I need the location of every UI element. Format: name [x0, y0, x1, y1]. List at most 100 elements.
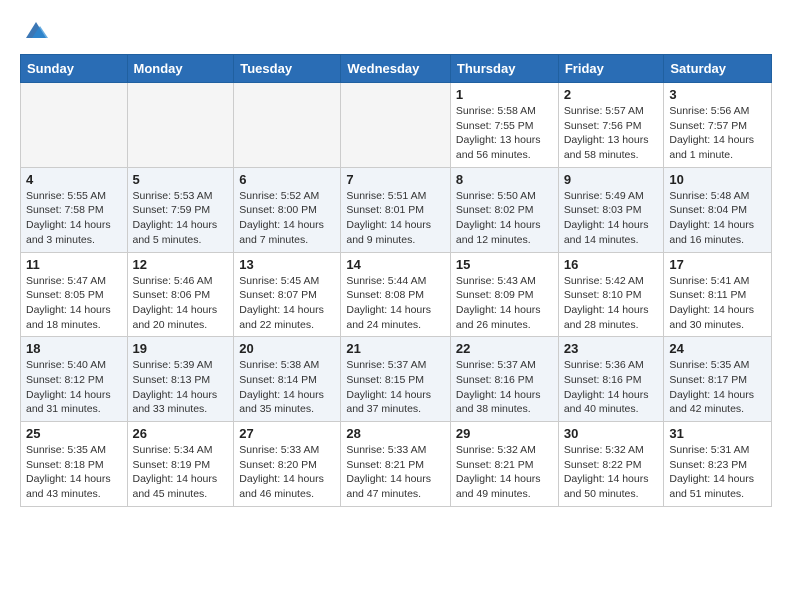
calendar-cell: 4 Sunrise: 5:55 AMSunset: 7:58 PMDaylight… [21, 167, 128, 252]
day-info: Sunrise: 5:37 AMSunset: 8:15 PMDaylight:… [346, 358, 445, 417]
day-number: 16 [564, 257, 659, 272]
calendar-cell: 5 Sunrise: 5:53 AMSunset: 7:59 PMDaylight… [127, 167, 234, 252]
day-info: Sunrise: 5:55 AMSunset: 7:58 PMDaylight:… [26, 189, 122, 248]
day-info: Sunrise: 5:58 AMSunset: 7:55 PMDaylight:… [456, 104, 553, 163]
day-info: Sunrise: 5:45 AMSunset: 8:07 PMDaylight:… [239, 274, 335, 333]
weekday-header-row: SundayMondayTuesdayWednesdayThursdayFrid… [21, 55, 772, 83]
day-number: 14 [346, 257, 445, 272]
calendar-cell: 6 Sunrise: 5:52 AMSunset: 8:00 PMDaylight… [234, 167, 341, 252]
logo-icon [22, 16, 50, 44]
day-info: Sunrise: 5:40 AMSunset: 8:12 PMDaylight:… [26, 358, 122, 417]
day-number: 29 [456, 426, 553, 441]
day-info: Sunrise: 5:44 AMSunset: 8:08 PMDaylight:… [346, 274, 445, 333]
day-number: 20 [239, 341, 335, 356]
calendar-cell: 14 Sunrise: 5:44 AMSunset: 8:08 PMDayligh… [341, 252, 451, 337]
day-number: 5 [133, 172, 229, 187]
day-number: 31 [669, 426, 766, 441]
day-info: Sunrise: 5:51 AMSunset: 8:01 PMDaylight:… [346, 189, 445, 248]
day-number: 26 [133, 426, 229, 441]
calendar-cell: 2 Sunrise: 5:57 AMSunset: 7:56 PMDaylight… [558, 83, 664, 168]
day-info: Sunrise: 5:37 AMSunset: 8:16 PMDaylight:… [456, 358, 553, 417]
day-info: Sunrise: 5:52 AMSunset: 8:00 PMDaylight:… [239, 189, 335, 248]
day-info: Sunrise: 5:49 AMSunset: 8:03 PMDaylight:… [564, 189, 659, 248]
calendar-cell: 9 Sunrise: 5:49 AMSunset: 8:03 PMDaylight… [558, 167, 664, 252]
day-info: Sunrise: 5:47 AMSunset: 8:05 PMDaylight:… [26, 274, 122, 333]
calendar-cell: 7 Sunrise: 5:51 AMSunset: 8:01 PMDaylight… [341, 167, 451, 252]
calendar-cell: 28 Sunrise: 5:33 AMSunset: 8:21 PMDayligh… [341, 422, 451, 507]
day-info: Sunrise: 5:43 AMSunset: 8:09 PMDaylight:… [456, 274, 553, 333]
calendar-cell: 16 Sunrise: 5:42 AMSunset: 8:10 PMDayligh… [558, 252, 664, 337]
calendar-cell: 20 Sunrise: 5:38 AMSunset: 8:14 PMDayligh… [234, 337, 341, 422]
day-info: Sunrise: 5:56 AMSunset: 7:57 PMDaylight:… [669, 104, 766, 163]
calendar-week-row: 18 Sunrise: 5:40 AMSunset: 8:12 PMDayligh… [21, 337, 772, 422]
day-number: 28 [346, 426, 445, 441]
calendar-cell: 25Sunrise: 5:35 AMSunset: 8:18 PMDayligh… [21, 422, 128, 507]
calendar-week-row: 1 Sunrise: 5:58 AMSunset: 7:55 PMDaylight… [21, 83, 772, 168]
weekday-header-sunday: Sunday [21, 55, 128, 83]
day-number: 25 [26, 426, 122, 441]
weekday-header-tuesday: Tuesday [234, 55, 341, 83]
calendar-cell [341, 83, 451, 168]
calendar-cell: 31 Sunrise: 5:31 AMSunset: 8:23 PMDayligh… [664, 422, 772, 507]
day-info: Sunrise: 5:33 AMSunset: 8:21 PMDaylight:… [346, 443, 445, 502]
calendar-cell [127, 83, 234, 168]
day-number: 17 [669, 257, 766, 272]
day-number: 11 [26, 257, 122, 272]
day-info: Sunrise: 5:33 AMSunset: 8:20 PMDaylight:… [239, 443, 335, 502]
day-number: 23 [564, 341, 659, 356]
day-number: 3 [669, 87, 766, 102]
calendar-cell: 15 Sunrise: 5:43 AMSunset: 8:09 PMDayligh… [450, 252, 558, 337]
day-number: 15 [456, 257, 553, 272]
day-number: 8 [456, 172, 553, 187]
calendar-cell: 21Sunrise: 5:37 AMSunset: 8:15 PMDayligh… [341, 337, 451, 422]
day-info: Sunrise: 5:50 AMSunset: 8:02 PMDaylight:… [456, 189, 553, 248]
day-info: Sunrise: 5:35 AMSunset: 8:17 PMDaylight:… [669, 358, 766, 417]
calendar-cell: 13Sunrise: 5:45 AMSunset: 8:07 PMDayligh… [234, 252, 341, 337]
page: SundayMondayTuesdayWednesdayThursdayFrid… [0, 0, 792, 523]
logo [20, 16, 50, 44]
calendar-cell: 30Sunrise: 5:32 AMSunset: 8:22 PMDayligh… [558, 422, 664, 507]
day-info: Sunrise: 5:32 AMSunset: 8:21 PMDaylight:… [456, 443, 553, 502]
day-number: 2 [564, 87, 659, 102]
weekday-header-friday: Friday [558, 55, 664, 83]
day-number: 7 [346, 172, 445, 187]
day-number: 19 [133, 341, 229, 356]
calendar-cell: 3 Sunrise: 5:56 AMSunset: 7:57 PMDaylight… [664, 83, 772, 168]
weekday-header-monday: Monday [127, 55, 234, 83]
day-number: 18 [26, 341, 122, 356]
day-info: Sunrise: 5:53 AMSunset: 7:59 PMDaylight:… [133, 189, 229, 248]
day-number: 12 [133, 257, 229, 272]
calendar-cell: 11 Sunrise: 5:47 AMSunset: 8:05 PMDayligh… [21, 252, 128, 337]
calendar-week-row: 4 Sunrise: 5:55 AMSunset: 7:58 PMDaylight… [21, 167, 772, 252]
header [20, 16, 772, 44]
day-info: Sunrise: 5:41 AMSunset: 8:11 PMDaylight:… [669, 274, 766, 333]
day-info: Sunrise: 5:57 AMSunset: 7:56 PMDaylight:… [564, 104, 659, 163]
day-info: Sunrise: 5:48 AMSunset: 8:04 PMDaylight:… [669, 189, 766, 248]
day-info: Sunrise: 5:31 AMSunset: 8:23 PMDaylight:… [669, 443, 766, 502]
weekday-header-thursday: Thursday [450, 55, 558, 83]
day-number: 9 [564, 172, 659, 187]
calendar-cell: 27Sunrise: 5:33 AMSunset: 8:20 PMDayligh… [234, 422, 341, 507]
calendar-cell [21, 83, 128, 168]
day-info: Sunrise: 5:46 AMSunset: 8:06 PMDaylight:… [133, 274, 229, 333]
day-number: 1 [456, 87, 553, 102]
day-info: Sunrise: 5:36 AMSunset: 8:16 PMDaylight:… [564, 358, 659, 417]
day-info: Sunrise: 5:42 AMSunset: 8:10 PMDaylight:… [564, 274, 659, 333]
calendar-cell: 8 Sunrise: 5:50 AMSunset: 8:02 PMDaylight… [450, 167, 558, 252]
calendar-cell: 19Sunrise: 5:39 AMSunset: 8:13 PMDayligh… [127, 337, 234, 422]
day-info: Sunrise: 5:32 AMSunset: 8:22 PMDaylight:… [564, 443, 659, 502]
calendar-cell: 18 Sunrise: 5:40 AMSunset: 8:12 PMDayligh… [21, 337, 128, 422]
calendar-cell: 22 Sunrise: 5:37 AMSunset: 8:16 PMDayligh… [450, 337, 558, 422]
day-number: 10 [669, 172, 766, 187]
day-number: 4 [26, 172, 122, 187]
day-number: 22 [456, 341, 553, 356]
day-info: Sunrise: 5:38 AMSunset: 8:14 PMDaylight:… [239, 358, 335, 417]
day-info: Sunrise: 5:34 AMSunset: 8:19 PMDaylight:… [133, 443, 229, 502]
day-number: 6 [239, 172, 335, 187]
calendar-cell [234, 83, 341, 168]
calendar-cell: 10 Sunrise: 5:48 AMSunset: 8:04 PMDayligh… [664, 167, 772, 252]
calendar-cell: 17 Sunrise: 5:41 AMSunset: 8:11 PMDayligh… [664, 252, 772, 337]
calendar-table: SundayMondayTuesdayWednesdayThursdayFrid… [20, 54, 772, 507]
calendar-cell: 29 Sunrise: 5:32 AMSunset: 8:21 PMDayligh… [450, 422, 558, 507]
calendar-cell: 23 Sunrise: 5:36 AMSunset: 8:16 PMDayligh… [558, 337, 664, 422]
